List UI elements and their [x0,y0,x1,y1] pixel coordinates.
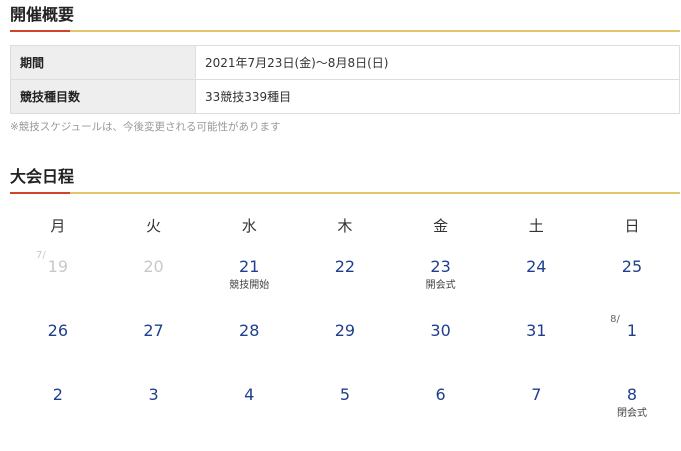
schedule-title-rule [10,192,680,194]
calendar-day-wed[interactable]: 28 [201,308,297,372]
weekday-thu: 木 [337,217,353,235]
overview-row-period: 期間 2021年7月23日(金)〜8月8日(日) [10,45,680,80]
overview-label-events: 競技種目数 [10,79,196,114]
weekday-mon: 月 [50,217,66,235]
calendar-week-row: 26 27 28 29 30 31 8/1 [10,308,680,372]
overview-value-period: 2021年7月23日(金)〜8月8日(日) [195,45,680,80]
calendar-date-link[interactable]: 31 [488,320,584,342]
calendar-date-number: 19 [47,257,69,276]
calendar-date-number: 20 [143,257,164,276]
calendar-date-link[interactable]: 3 [106,384,202,406]
calendar-event-label: 閉会式 [616,408,647,419]
calendar-date-link[interactable]: 23 [393,256,489,278]
weekday-fri: 金 [433,217,449,235]
calendar-date-link[interactable]: 21 [201,256,297,278]
calendar-day-sat[interactable]: 24 [488,244,584,308]
calendar-day-wed[interactable]: 4 [201,372,297,436]
calendar-date-link[interactable]: 30 [393,320,489,342]
calendar-date-link[interactable]: 4 [201,384,297,406]
calendar-weeks: 7/19 20 21 競技開始 22 23 開会式 24 25 26 27 28 29 30 31 8/1 2 3… [10,244,680,436]
calendar-date-link[interactable]: 29 [297,320,393,342]
schedule-title: 大会日程 [10,167,75,186]
overview-row-events: 競技種目数 33競技339種目 [10,79,680,114]
overview-table: 期間 2021年7月23日(金)〜8月8日(日) 競技種目数 33競技339種目 [10,45,680,114]
calendar-week-row: 2 3 4 5 6 7 8 閉会式 [10,372,680,436]
calendar-day-sat[interactable]: 31 [488,308,584,372]
calendar-date-link[interactable]: 28 [201,320,297,342]
calendar-day-fri[interactable]: 30 [393,308,489,372]
calendar-day-sun[interactable]: 8 閉会式 [584,372,680,436]
calendar-day-fri[interactable]: 6 [393,372,489,436]
calendar-day-thu[interactable]: 5 [297,372,393,436]
weekday-sat: 土 [528,217,544,235]
calendar-week-row: 7/19 20 21 競技開始 22 23 開会式 24 25 [10,244,680,308]
calendar-date-link[interactable]: 24 [488,256,584,278]
weekday-tue: 火 [146,217,162,235]
overview-value-events: 33競技339種目 [195,79,680,114]
calendar-date-link[interactable]: 5 [297,384,393,406]
calendar-date-link[interactable]: 2 [10,384,106,406]
schedule-change-note: ※競技スケジュールは、今後変更される可能性があります [10,121,281,133]
calendar-date-link[interactable]: 26 [10,320,106,342]
calendar-day-mon: 7/19 [10,244,106,308]
calendar-date-link[interactable]: 7 [488,384,584,406]
calendar-event-label: 競技開始 [229,280,270,291]
overview-label-period: 期間 [10,45,196,80]
calendar-day-sun[interactable]: 25 [584,244,680,308]
calendar-day-fri[interactable]: 23 開会式 [393,244,489,308]
calendar-date-link[interactable]: 8 [584,384,680,406]
overview-title-rule [10,30,680,32]
calendar-day-sun[interactable]: 8/1 [584,308,680,372]
overview-title-accent [10,30,70,32]
calendar-day-sat[interactable]: 7 [488,372,584,436]
calendar-day-tue[interactable]: 3 [106,372,202,436]
calendar-day-thu[interactable]: 29 [297,308,393,372]
calendar-day-mon[interactable]: 26 [10,308,106,372]
calendar-date-link[interactable]: 1 [584,320,680,342]
calendar-date-link[interactable]: 6 [393,384,489,406]
calendar-day-wed[interactable]: 21 競技開始 [201,244,297,308]
calendar-date-link[interactable]: 27 [106,320,202,342]
calendar-date-link[interactable]: 25 [584,256,680,278]
weekday-sun: 日 [624,217,640,235]
schedule-title-accent [10,192,70,194]
calendar-day-tue[interactable]: 27 [106,308,202,372]
weekday-wed: 水 [241,217,257,235]
calendar-event-label: 開会式 [425,280,456,291]
calendar-day-mon[interactable]: 2 [10,372,106,436]
calendar-weekday-header: 月 火 水 木 金 土 日 [10,208,680,244]
overview-title: 開催概要 [10,5,75,24]
schedule-calendar: 月 火 水 木 金 土 日 7/19 20 21 競技開始 22 23 開会式 24 25 26 2… [10,208,680,436]
calendar-date-link[interactable]: 22 [297,256,393,278]
calendar-day-thu[interactable]: 22 [297,244,393,308]
calendar-day-tue: 20 [106,244,202,308]
